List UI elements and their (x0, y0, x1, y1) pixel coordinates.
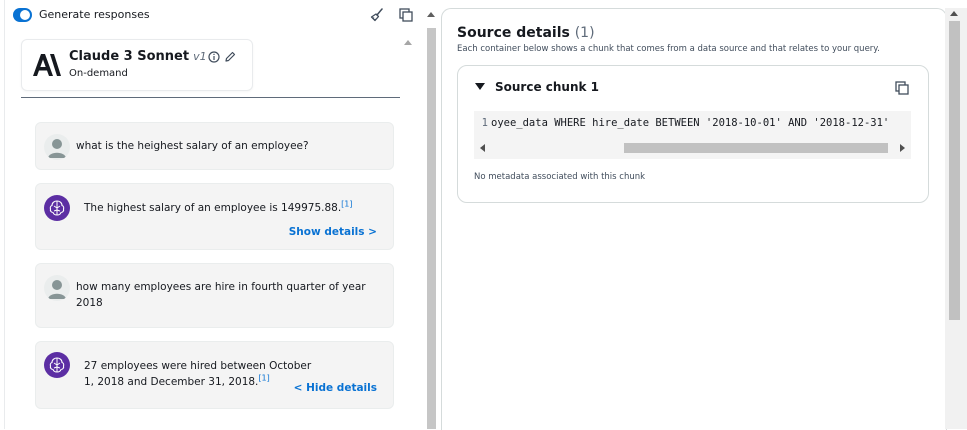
source-count: (1) (574, 25, 595, 41)
model-actions (208, 51, 236, 63)
line-number: 1 (481, 117, 488, 129)
generate-responses-label: Generate responses (39, 8, 150, 21)
panel-splitter-scrollbar[interactable] (423, 0, 440, 429)
chunk-metadata-note: No metadata associated with this chunk (474, 172, 646, 182)
copy-icon[interactable] (895, 81, 909, 95)
scroll-up-icon[interactable] (950, 11, 958, 16)
user-avatar-icon (44, 275, 70, 301)
scroll-up-icon[interactable] (427, 12, 435, 17)
generate-responses-toggle[interactable] (13, 8, 32, 22)
chat-panel: Generate responses Claude 3 Sonnet v1 On-… (0, 0, 420, 429)
chat-scrollbar[interactable] (402, 38, 414, 429)
message-text: what is the heighest salary of an employ… (76, 140, 309, 152)
info-icon[interactable] (208, 51, 220, 63)
scrollbar-thumb[interactable] (949, 21, 960, 320)
code-viewer[interactable]: 1 oyee_data WHERE hire_date BETWEEN '2018… (474, 111, 911, 159)
chat-toolbar: Generate responses (0, 0, 420, 28)
show-details-link[interactable]: Show details > (289, 226, 377, 238)
assistant-avatar-icon (44, 195, 70, 221)
code-line: 1 oyee_data WHERE hire_date BETWEEN '2018… (474, 117, 890, 133)
source-details-panel: Source details (1) Each container below … (441, 8, 947, 430)
scrollbar-thumb[interactable] (624, 143, 888, 153)
message-text: how many employees are hire in fourth qu… (76, 281, 366, 309)
source-details-title: Source details (1) (457, 25, 595, 41)
assistant-message: 27 employees were hired between October … (35, 341, 394, 409)
model-name: Claude 3 Sonnet v1 (69, 49, 207, 64)
copy-icon[interactable] (398, 7, 414, 23)
clear-chat-icon[interactable] (369, 7, 385, 23)
message-text: The highest salary of an employee is 149… (84, 199, 353, 214)
anthropic-logo-icon (33, 54, 61, 76)
scroll-up-icon[interactable] (404, 40, 412, 45)
scrollbar-thumb[interactable] (427, 28, 436, 429)
assistant-message: The highest salary of an employee is 149… (35, 183, 394, 250)
edit-icon[interactable] (224, 51, 236, 63)
source-description: Each container below shows a chunk that … (457, 44, 880, 54)
user-avatar-icon (44, 134, 70, 160)
page-scrollbar[interactable] (945, 8, 967, 429)
source-chunk: Source chunk 1 1 oyee_data WHERE hire_dat… (457, 65, 929, 203)
user-message: how many employees are hire in fourth qu… (35, 263, 394, 328)
model-throughput: On-demand (69, 68, 128, 79)
panel-border (4, 0, 5, 429)
code-text: oyee_data WHERE hire_date BETWEEN '2018-… (491, 117, 890, 129)
message-text: 27 employees were hired between October … (84, 360, 312, 388)
scroll-right-icon[interactable] (900, 144, 905, 152)
caret-down-icon[interactable] (475, 83, 485, 90)
scroll-left-icon[interactable] (480, 144, 485, 152)
assistant-avatar-icon (44, 352, 70, 378)
citation-link[interactable]: [1] (341, 200, 352, 209)
code-horizontal-scrollbar[interactable] (474, 141, 911, 155)
source-chunk-title[interactable]: Source chunk 1 (495, 80, 599, 94)
citation-link[interactable]: [1] (258, 374, 269, 383)
model-card[interactable]: Claude 3 Sonnet v1 On-demand (21, 39, 253, 91)
user-message: what is the heighest salary of an employ… (35, 122, 394, 170)
hide-details-link[interactable]: < Hide details (294, 382, 377, 394)
model-version: v1 (193, 50, 207, 63)
chat-history: what is the heighest salary of an employ… (21, 98, 401, 429)
